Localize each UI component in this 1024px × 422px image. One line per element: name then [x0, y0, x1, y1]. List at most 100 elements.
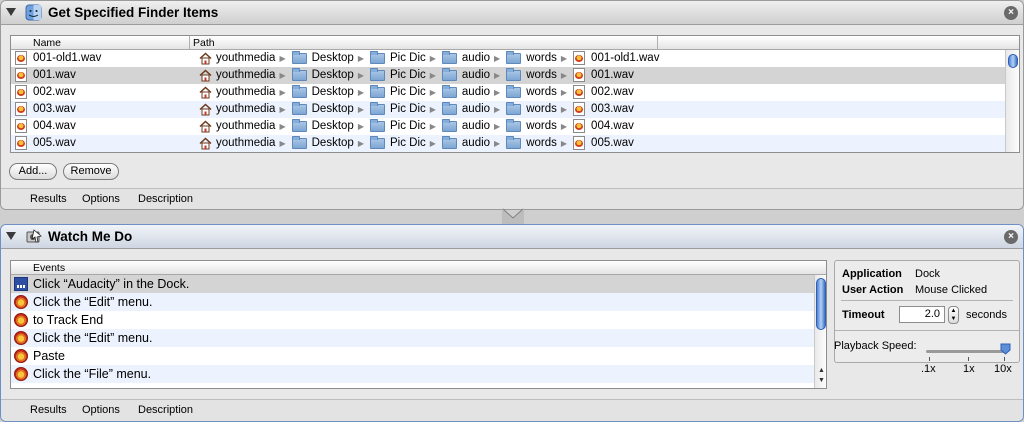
scroll-thumb[interactable] — [816, 278, 826, 330]
path-segment: youthmedia — [199, 136, 275, 150]
events-table[interactable]: Events Click “Audacity” in the Dock. Clic… — [10, 260, 827, 389]
path-arrow-icon: ▶ — [357, 104, 364, 114]
path-arrow-icon: ▶ — [279, 138, 286, 148]
path-segment: youthmedia — [199, 51, 275, 65]
path-arrow-icon: ▶ — [429, 87, 436, 97]
folder-icon — [369, 50, 385, 64]
home-folder-icon — [199, 119, 212, 132]
path-segment-label: Desktop — [311, 103, 354, 115]
playback-speed-label: Playback Speed: — [834, 340, 917, 352]
timeout-stepper[interactable]: ▲ ▼ — [948, 306, 959, 324]
speed-tick-mid: 1x — [963, 363, 975, 375]
tab-options[interactable]: Options — [82, 404, 120, 416]
path-arrow-icon: ▶ — [494, 87, 501, 97]
application-value: Dock — [915, 268, 941, 280]
path-segment: Pic Dic — [369, 101, 426, 115]
file-name: 004.wav — [33, 120, 76, 132]
path-segment-label: Pic Dic — [389, 103, 426, 115]
folder-icon — [506, 135, 522, 149]
folder-icon — [291, 84, 307, 98]
event-label: Click the “File” menu. — [33, 367, 152, 381]
name-cell: 001.wav — [15, 68, 76, 82]
wav-file-icon — [15, 68, 27, 82]
scroll-down-icon[interactable]: ▼ — [818, 377, 825, 384]
audacity-icon — [14, 349, 28, 363]
tab-results[interactable]: Results — [30, 193, 67, 205]
tab-options[interactable]: Options — [82, 193, 120, 205]
folder-icon — [441, 67, 457, 81]
path-segment: audio — [441, 118, 490, 132]
user-action-label: User Action — [842, 284, 904, 296]
add-button[interactable]: Add... — [9, 163, 57, 180]
folder-icon — [291, 67, 307, 81]
wav-file-icon — [573, 102, 586, 116]
path-arrow-icon: ▶ — [560, 53, 568, 63]
path-segment-label: Pic Dic — [389, 120, 426, 132]
name-cell: 005.wav — [15, 136, 76, 150]
scroll-up-icon[interactable]: ▲ — [818, 367, 825, 374]
folder-icon — [291, 135, 307, 149]
wav-file-icon — [15, 136, 27, 150]
action-title: Watch Me Do — [48, 229, 133, 244]
event-row[interactable]: Click the “Edit” menu. — [11, 293, 814, 311]
path-segment: youthmedia — [199, 68, 275, 82]
table-row[interactable]: 003.wav youthmedia ▶ Desktop ▶ Pic Dic ▶ audio ▶… — [11, 101, 1006, 118]
event-row[interactable]: to Track End — [11, 311, 814, 329]
vertical-scrollbar[interactable]: ▲ ▼ — [814, 275, 826, 388]
remove-button[interactable]: Remove — [63, 163, 119, 180]
column-header-name[interactable]: Name — [33, 37, 61, 49]
path-arrow-icon: ▶ — [429, 138, 436, 148]
path-segment: 003.wav — [573, 102, 634, 116]
audacity-icon — [14, 367, 28, 381]
close-icon[interactable]: × — [1004, 230, 1018, 244]
disclosure-triangle-icon[interactable] — [6, 232, 16, 240]
folder-icon — [369, 67, 385, 81]
tab-description[interactable]: Description — [138, 193, 193, 205]
folder-icon — [369, 118, 385, 132]
event-row[interactable]: Paste — [11, 347, 814, 365]
scroll-thumb[interactable] — [1008, 54, 1018, 68]
event-row[interactable]: Click the “Edit” menu. — [11, 329, 814, 347]
path-arrow-icon: ▶ — [357, 70, 364, 80]
disclosure-triangle-icon[interactable] — [6, 8, 16, 16]
path-segment: youthmedia — [199, 102, 275, 116]
close-icon[interactable]: × — [1004, 6, 1018, 20]
home-folder-icon — [199, 136, 212, 149]
folder-icon — [506, 118, 522, 132]
table-row[interactable]: 001-old1.wav youthmedia ▶ Desktop ▶ Pic Dic ▶ a… — [11, 50, 1006, 67]
home-folder-icon — [199, 85, 212, 98]
path-segment: audio — [441, 50, 490, 64]
path-segment-label: youthmedia — [216, 86, 276, 98]
action-header[interactable]: Get Specified Finder Items × — [1, 1, 1023, 25]
table-row[interactable]: 004.wav youthmedia ▶ Desktop ▶ Pic Dic ▶ audio ▶… — [11, 118, 1006, 135]
user-action-value: Mouse Clicked — [915, 284, 988, 296]
path-segment-label: words — [526, 86, 557, 98]
path-segment-label: 004.wav — [591, 120, 634, 132]
tab-description[interactable]: Description — [138, 404, 193, 416]
action-title: Get Specified Finder Items — [48, 5, 219, 20]
table-row[interactable]: 002.wav youthmedia ▶ Desktop ▶ Pic Dic ▶ audio ▶… — [11, 84, 1006, 101]
path-segment: youthmedia — [199, 119, 275, 133]
table-row[interactable]: 001.wav youthmedia ▶ Desktop ▶ Pic Dic ▶ audio ▶… — [11, 67, 1006, 84]
path-segment-label: Desktop — [311, 120, 354, 132]
column-header-path[interactable]: Path — [193, 37, 215, 49]
wav-file-icon — [15, 119, 27, 133]
speed-tick-high: 10x — [994, 363, 1012, 375]
folder-icon — [506, 50, 522, 64]
path-arrow-icon: ▶ — [494, 70, 501, 80]
event-row[interactable]: Click “Audacity” in the Dock. — [11, 275, 814, 293]
path-arrow-icon: ▶ — [279, 87, 286, 97]
playback-speed-slider[interactable] — [926, 350, 1006, 353]
finder-items-table[interactable]: Name Path 001-old1.wav youthmedia ▶ Desktop… — [10, 35, 1020, 153]
timeout-input[interactable]: 2.0 — [899, 306, 945, 323]
tab-results[interactable]: Results — [30, 404, 67, 416]
action-header[interactable]: Watch Me Do × — [1, 225, 1023, 249]
column-header-events[interactable]: Events — [33, 262, 65, 274]
path-cell: youthmedia ▶ Desktop ▶ Pic Dic ▶ audio ▶ words ▶ 0… — [199, 84, 634, 99]
slider-knob-icon[interactable] — [1000, 343, 1011, 355]
event-row[interactable]: Click the “File” menu. — [11, 365, 814, 383]
path-segment: Pic Dic — [369, 118, 426, 132]
table-row[interactable]: 005.wav youthmedia ▶ Desktop ▶ Pic Dic ▶ audio ▶… — [11, 135, 1006, 152]
vertical-scrollbar[interactable] — [1005, 50, 1019, 152]
path-segment: 005.wav — [573, 136, 634, 150]
